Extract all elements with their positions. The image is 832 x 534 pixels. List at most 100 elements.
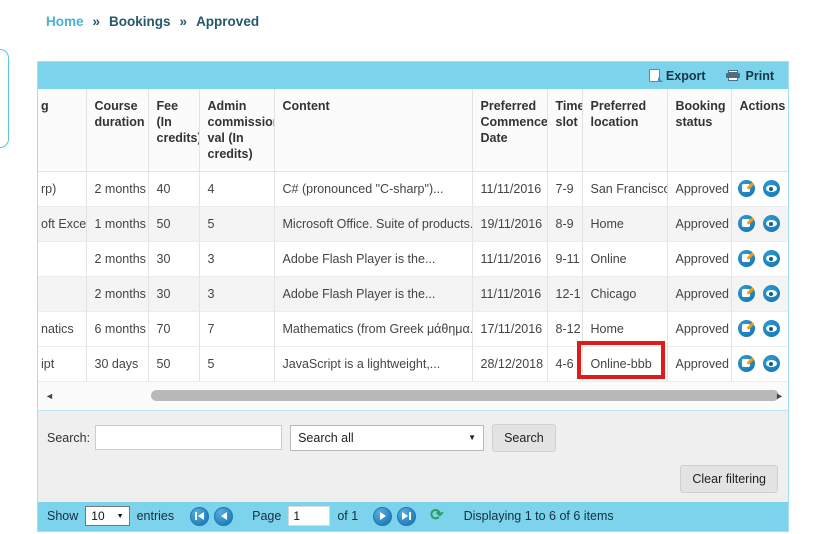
entries-label: entries xyxy=(137,509,175,523)
refresh-icon[interactable]: ⟳ xyxy=(430,508,443,524)
export-button[interactable]: Export xyxy=(649,69,706,83)
view-action-icon[interactable] xyxy=(763,320,780,337)
column-header-course-name-fragment: g xyxy=(38,89,86,171)
cell-admin-commission: 5 xyxy=(199,346,274,381)
cell-preferred-location: Chicago xyxy=(582,276,667,311)
first-page-button[interactable] xyxy=(190,507,209,526)
print-button[interactable]: Print xyxy=(726,69,774,83)
cell-fee: 30 xyxy=(148,241,199,276)
breadcrumb-separator: » xyxy=(93,14,101,29)
edit-action-icon[interactable] xyxy=(738,320,755,337)
cell-preferred-location: San Francisco xyxy=(582,171,667,206)
show-label: Show xyxy=(47,509,78,523)
table-row: natics 6 months 70 7 Mathematics (from G… xyxy=(38,311,788,346)
cell-preferred-commence-date: 28/12/2018 xyxy=(472,346,547,381)
page-label: Page xyxy=(252,509,281,523)
view-action-icon[interactable] xyxy=(763,285,780,302)
cell-content: JavaScript is a lightweight,... xyxy=(274,346,472,381)
cell-course-duration: 2 months xyxy=(86,241,148,276)
clear-filtering-button[interactable]: Clear filtering xyxy=(680,465,778,493)
display-status: Displaying 1 to 6 of 6 items xyxy=(464,509,614,523)
edit-action-icon[interactable] xyxy=(738,285,755,302)
cell-preferred-location: Online-bbb xyxy=(582,346,667,381)
cell-fee: 40 xyxy=(148,171,199,206)
cell-time-slot: 12-1 xyxy=(547,276,582,311)
edit-action-icon[interactable] xyxy=(738,250,755,267)
search-input[interactable] xyxy=(95,425,282,450)
chevron-down-icon: ▼ xyxy=(117,513,124,520)
cell-booking-status: Approved xyxy=(667,171,731,206)
last-page-button[interactable] xyxy=(397,507,416,526)
cell-course-name xyxy=(38,276,86,311)
column-header-fee: Fee (In credits) xyxy=(148,89,199,171)
breadcrumb: Home » Bookings » Approved xyxy=(46,14,259,29)
table-row: ipt 30 days 50 5 JavaScript is a lightwe… xyxy=(38,346,788,381)
next-page-button[interactable] xyxy=(373,507,392,526)
breadcrumb-separator: » xyxy=(180,14,188,29)
cell-content: Mathematics (from Greek μάθημα... xyxy=(274,311,472,346)
search-field-select-value: Search all xyxy=(298,431,354,445)
table-body: rp) 2 months 40 4 C# (pronounced "C-shar… xyxy=(38,171,788,381)
table-toolbar: Export Print xyxy=(38,62,788,89)
cell-preferred-commence-date: 11/11/2016 xyxy=(472,241,547,276)
table-row: oft Excel 1 months 50 5 Microsoft Office… xyxy=(38,206,788,241)
cell-content: C# (pronounced "C-sharp")... xyxy=(274,171,472,206)
edit-action-icon[interactable] xyxy=(738,355,755,372)
page-number-input[interactable] xyxy=(288,506,330,526)
table-header-row: g Course duration Fee (In credits) Admin… xyxy=(38,89,788,171)
view-action-icon[interactable] xyxy=(763,215,780,232)
cell-admin-commission: 3 xyxy=(199,276,274,311)
cell-actions xyxy=(731,241,788,276)
view-action-icon[interactable] xyxy=(763,355,780,372)
table-row: 2 months 30 3 Adobe Flash Player is the.… xyxy=(38,241,788,276)
cell-booking-status: Approved xyxy=(667,241,731,276)
search-button[interactable]: Search xyxy=(492,424,556,452)
breadcrumb-bookings-link[interactable]: Bookings xyxy=(109,14,171,29)
column-header-content: Content xyxy=(274,89,472,171)
horizontal-scrollbar[interactable]: ◄ ► xyxy=(38,382,788,410)
table-row: 2 months 30 3 Adobe Flash Player is the.… xyxy=(38,276,788,311)
left-panel-edge xyxy=(0,49,9,148)
cell-preferred-commence-date: 17/11/2016 xyxy=(472,311,547,346)
cell-time-slot: 8-9 xyxy=(547,206,582,241)
column-header-time-slot: Time slot xyxy=(547,89,582,171)
view-action-icon[interactable] xyxy=(763,180,780,197)
cell-fee: 30 xyxy=(148,276,199,311)
edit-action-icon[interactable] xyxy=(738,180,755,197)
cell-course-name: natics xyxy=(38,311,86,346)
previous-page-button[interactable] xyxy=(214,507,233,526)
breadcrumb-home-link[interactable]: Home xyxy=(46,14,84,29)
cell-actions xyxy=(731,276,788,311)
cell-time-slot: 9-11 xyxy=(547,241,582,276)
cell-actions xyxy=(731,346,788,381)
cell-time-slot: 8-12 xyxy=(547,311,582,346)
cell-course-duration: 6 months xyxy=(86,311,148,346)
page-size-select[interactable]: 10 ▼ xyxy=(85,506,129,526)
cell-content: Microsoft Office. Suite of products... xyxy=(274,206,472,241)
cell-booking-status: Approved xyxy=(667,346,731,381)
search-field-select[interactable]: Search all ▼ xyxy=(290,425,484,451)
cell-course-duration: 2 months xyxy=(86,276,148,311)
pagination-footer: Show 10 ▼ entries Page of 1 ⟳ Displaying… xyxy=(38,502,788,531)
scroll-left-icon[interactable]: ◄ xyxy=(45,390,54,402)
cell-admin-commission: 7 xyxy=(199,311,274,346)
scrollbar-thumb[interactable] xyxy=(151,390,779,401)
cell-course-name xyxy=(38,241,86,276)
cell-fee: 50 xyxy=(148,346,199,381)
edit-action-icon[interactable] xyxy=(738,215,755,232)
cell-actions xyxy=(731,206,788,241)
column-header-admin-commission: Admin commission val (In credits) xyxy=(199,89,274,171)
scroll-right-icon[interactable]: ► xyxy=(775,390,784,402)
cell-preferred-location: Home xyxy=(582,311,667,346)
cell-preferred-commence-date: 11/11/2016 xyxy=(472,276,547,311)
page-count-label: of 1 xyxy=(337,509,358,523)
export-icon xyxy=(649,69,660,82)
column-header-preferred-commence-date: Preferred Commence Date xyxy=(472,89,547,171)
print-icon xyxy=(726,70,740,81)
page-size-value: 10 xyxy=(91,509,104,523)
cell-content: Adobe Flash Player is the... xyxy=(274,241,472,276)
chevron-down-icon: ▼ xyxy=(468,433,476,442)
cell-course-duration: 1 months xyxy=(86,206,148,241)
cell-admin-commission: 5 xyxy=(199,206,274,241)
view-action-icon[interactable] xyxy=(763,250,780,267)
